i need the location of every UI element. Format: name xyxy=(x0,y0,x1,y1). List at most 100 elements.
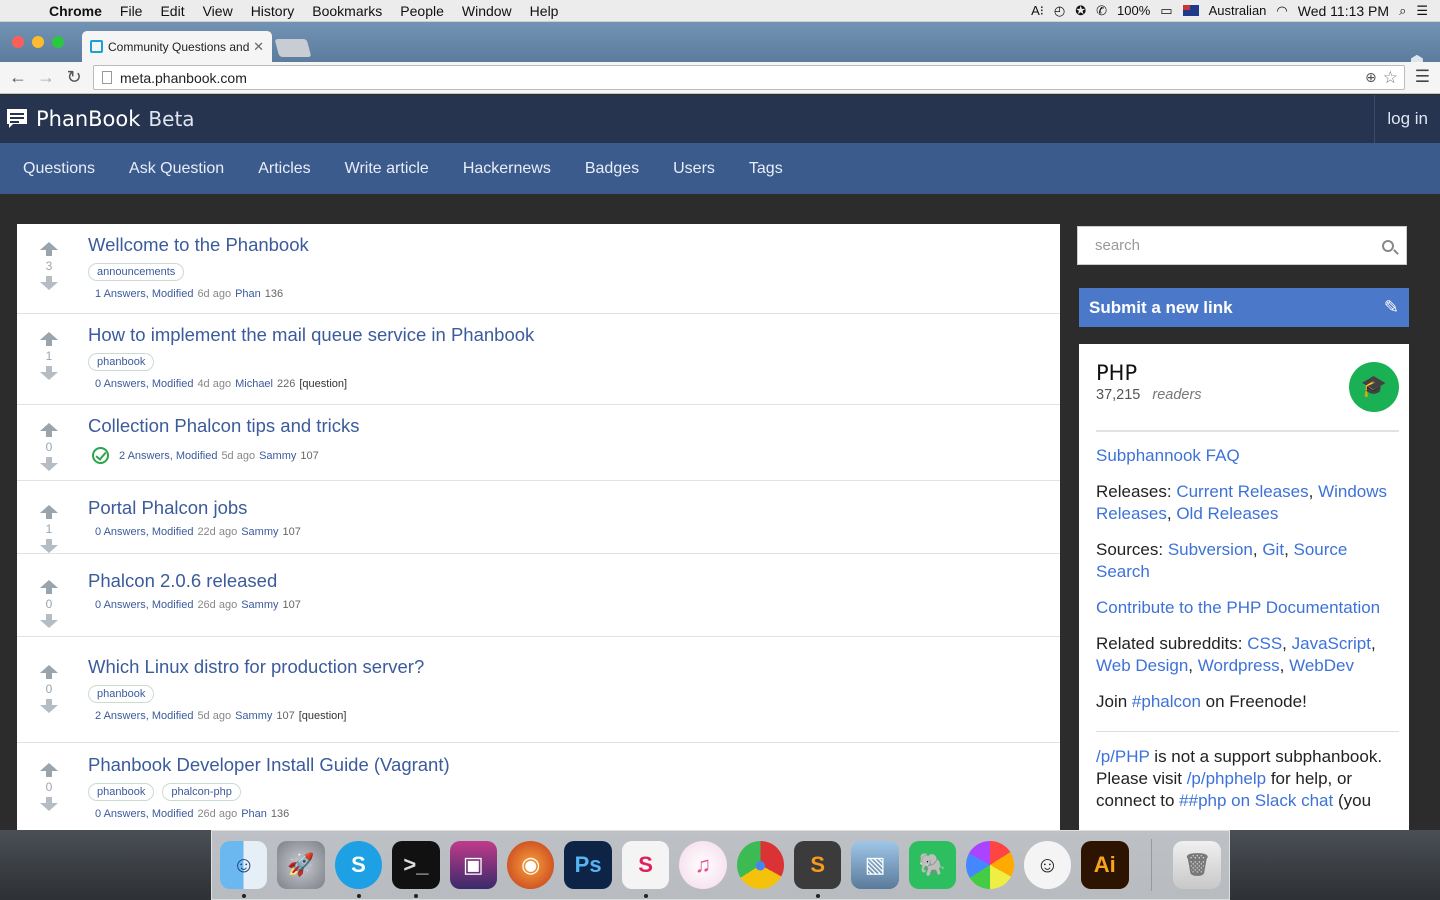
chat-logo-icon[interactable] xyxy=(6,108,28,130)
tag-pill[interactable]: announcements xyxy=(88,263,185,281)
spotlight-icon[interactable]: ⌕ xyxy=(1399,3,1406,19)
menu-file[interactable]: File xyxy=(111,3,152,19)
answers-text[interactable]: 1 Answers, Modified xyxy=(95,288,193,300)
new-tab-button[interactable] xyxy=(274,39,312,57)
author-link[interactable]: Sammy xyxy=(241,526,278,538)
dock-finder-icon[interactable]: ☺ xyxy=(220,841,268,898)
dock-smile-icon[interactable]: ☺ xyxy=(1023,841,1072,889)
answers-text[interactable]: 2 Answers, Modified xyxy=(119,450,217,462)
downvote-icon[interactable] xyxy=(37,276,61,290)
question-title-link[interactable]: Phalcon 2.0.6 released xyxy=(88,570,1050,592)
browser-tab[interactable]: Community Questions and ✕ xyxy=(82,31,272,62)
dock-chrome-icon[interactable]: ● xyxy=(736,841,785,889)
downvote-icon[interactable] xyxy=(37,797,61,811)
downvote-icon[interactable] xyxy=(37,699,61,713)
question-title-link[interactable]: Wellcome to the Phanbook xyxy=(88,234,1050,256)
upvote-icon[interactable] xyxy=(37,332,61,346)
slack-link[interactable]: ##php on Slack chat xyxy=(1179,791,1333,810)
menu-view[interactable]: View xyxy=(194,3,242,19)
contribute-link[interactable]: Contribute to the PHP Documentation xyxy=(1096,598,1380,617)
question-title-link[interactable]: Which Linux distro for production server… xyxy=(88,656,1050,678)
question-title-link[interactable]: Portal Phalcon jobs xyxy=(88,497,1050,519)
dock-terminal-icon[interactable]: >_ xyxy=(392,841,440,898)
current-releases-link[interactable]: Current Releases xyxy=(1176,482,1308,501)
nav-write-article[interactable]: Write article xyxy=(328,160,446,178)
back-icon[interactable]: ← xyxy=(4,67,32,88)
url-text[interactable]: meta.phanbook.com xyxy=(120,70,247,86)
chrome-menu-icon[interactable]: ☰ xyxy=(1415,67,1430,87)
tag-pill[interactable]: phanbook xyxy=(88,783,155,801)
submit-link-button[interactable]: Submit a new link ✎ xyxy=(1079,288,1409,327)
upvote-icon[interactable] xyxy=(37,505,61,519)
upvote-icon[interactable] xyxy=(37,580,61,594)
nav-questions[interactable]: Questions xyxy=(6,160,112,178)
wifi-icon[interactable]: ◠ xyxy=(1276,3,1287,19)
battery-text[interactable]: 100% xyxy=(1117,3,1150,18)
menu-window[interactable]: Window xyxy=(453,3,521,19)
menu-bookmarks[interactable]: Bookmarks xyxy=(303,3,391,19)
dock-photo-booth-icon[interactable]: ▣ xyxy=(449,841,498,889)
dock-trash-icon[interactable]: 🗑 xyxy=(1173,841,1221,889)
subversion-link[interactable]: Subversion xyxy=(1168,540,1253,559)
author-link[interactable]: Sammy xyxy=(241,599,278,611)
upvote-icon[interactable] xyxy=(37,665,61,679)
zoom-icon[interactable]: ⊕ xyxy=(1365,69,1377,86)
tag-pill[interactable]: phalcon-php xyxy=(162,783,241,801)
dock-firefox-icon[interactable]: ◉ xyxy=(507,841,555,889)
menu-help[interactable]: Help xyxy=(521,3,568,19)
window-close-button[interactable] xyxy=(12,36,24,48)
graduation-cap-icon[interactable]: 🎓 xyxy=(1349,362,1399,412)
answers-text[interactable]: 0 Answers, Modified xyxy=(95,808,193,820)
dock-sublime-text-icon[interactable]: S xyxy=(794,841,842,898)
menu-app-name[interactable]: Chrome xyxy=(40,3,111,19)
dock-photos-icon[interactable] xyxy=(966,841,1014,889)
search-input[interactable]: search xyxy=(1077,226,1407,265)
tag-pill[interactable]: phanbook xyxy=(88,353,155,371)
dock-preview-icon[interactable]: ▧ xyxy=(851,841,899,889)
phalcon-channel-link[interactable]: #phalcon xyxy=(1132,692,1201,711)
related-javascript-link[interactable]: JavaScript xyxy=(1292,634,1371,653)
dock-illustrator-icon[interactable]: Ai xyxy=(1081,841,1129,889)
tag-pill[interactable]: phanbook xyxy=(88,685,155,703)
dock-launchpad-icon[interactable]: 🚀 xyxy=(277,841,325,889)
answers-text[interactable]: 2 Answers, Modified xyxy=(95,710,193,722)
phphelp-link[interactable]: /p/phphelp xyxy=(1187,769,1266,788)
related-webdesign-link[interactable]: Web Design xyxy=(1096,656,1188,675)
upvote-icon[interactable] xyxy=(37,242,61,256)
dock-skype-icon[interactable]: S xyxy=(334,841,383,898)
related-webdev-link[interactable]: WebDev xyxy=(1289,656,1354,675)
input-source[interactable]: Australian xyxy=(1209,3,1267,18)
phone-icon[interactable]: ✆ xyxy=(1096,3,1107,19)
downvote-icon[interactable] xyxy=(37,366,61,380)
nav-hackernews[interactable]: Hackernews xyxy=(446,160,568,178)
bookmark-star-icon[interactable]: ☆ xyxy=(1383,68,1398,88)
menu-people[interactable]: People xyxy=(391,3,453,19)
reload-icon[interactable]: ↻ xyxy=(60,67,88,88)
downvote-icon[interactable] xyxy=(37,539,61,553)
git-link[interactable]: Git xyxy=(1262,540,1284,559)
window-zoom-button[interactable] xyxy=(52,36,64,48)
dock-photoshop-icon[interactable]: Ps xyxy=(564,841,612,889)
answers-text[interactable]: 0 Answers, Modified xyxy=(95,526,193,538)
notification-center-icon[interactable]: ☰ xyxy=(1416,3,1428,19)
nav-users[interactable]: Users xyxy=(656,160,732,178)
upvote-icon[interactable] xyxy=(37,423,61,437)
downvote-icon[interactable] xyxy=(37,457,61,471)
author-link[interactable]: Sammy xyxy=(259,450,296,462)
author-link[interactable]: Phan xyxy=(241,808,267,820)
question-title-link[interactable]: Phanbook Developer Install Guide (Vagran… xyxy=(88,754,1050,776)
dock-evernote-icon[interactable]: 🐘 xyxy=(908,841,957,889)
author-link[interactable]: Michael xyxy=(235,378,273,390)
menu-history[interactable]: History xyxy=(242,3,304,19)
nav-tags[interactable]: Tags xyxy=(732,160,800,178)
dock-itunes-icon[interactable]: ♫ xyxy=(679,841,727,889)
downvote-icon[interactable] xyxy=(37,614,61,628)
clock[interactable]: Wed 11:13 PM xyxy=(1298,3,1389,19)
window-minimize-button[interactable] xyxy=(32,36,44,48)
flag-icon[interactable] xyxy=(1182,5,1199,16)
related-wordpress-link[interactable]: Wordpress xyxy=(1198,656,1280,675)
question-title-link[interactable]: How to implement the mail queue service … xyxy=(88,324,1050,346)
adobe-icon[interactable]: A⁝ xyxy=(1031,3,1044,19)
author-link[interactable]: Phan xyxy=(235,288,261,300)
site-brand[interactable]: PhanBook xyxy=(36,107,140,131)
